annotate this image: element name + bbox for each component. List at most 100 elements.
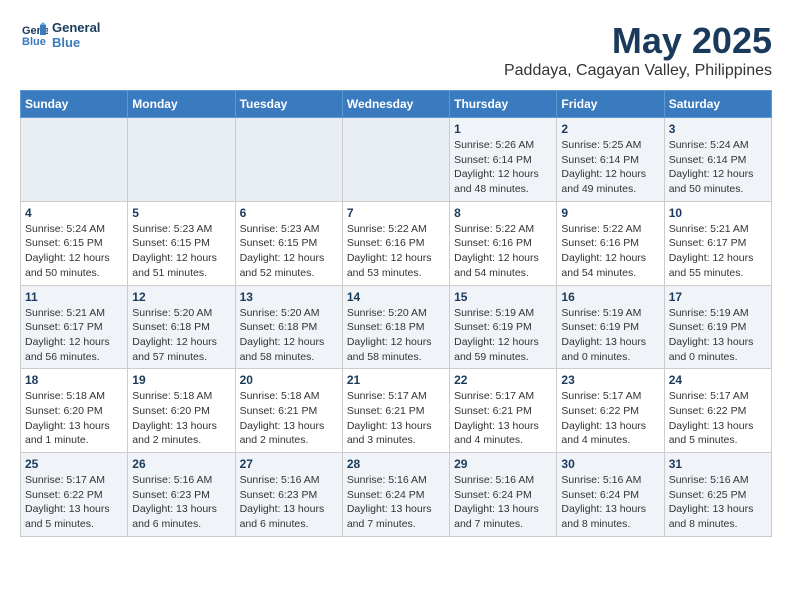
day-info: Sunrise: 5:20 AM Sunset: 6:18 PM Dayligh… [347,306,445,365]
day-info: Sunrise: 5:21 AM Sunset: 6:17 PM Dayligh… [669,222,767,281]
day-info: Sunrise: 5:16 AM Sunset: 6:23 PM Dayligh… [240,473,338,532]
calendar-cell: 11Sunrise: 5:21 AM Sunset: 6:17 PM Dayli… [21,285,128,369]
calendar-cell: 7 Sunrise: 5:22 AM Sunset: 6:16 PM Daylig… [342,201,449,285]
day-number: 13 [240,290,338,304]
day-number: 9 [561,206,659,220]
day-number: 15 [454,290,552,304]
day-number: 10 [669,206,767,220]
title-area: May 2025 Paddaya, Cagayan Valley, Philip… [504,20,772,80]
calendar-cell: 2 Sunrise: 5:25 AM Sunset: 6:14 PM Daylig… [557,118,664,202]
day-info: Sunrise: 5:16 AM Sunset: 6:24 PM Dayligh… [347,473,445,532]
calendar-cell: 29 Sunrise: 5:16 AM Sunset: 6:24 PM Dayli… [450,453,557,537]
weekday-header-row: SundayMondayTuesdayWednesdayThursdayFrid… [21,91,772,118]
calendar-cell: 3Sunrise: 5:24 AM Sunset: 6:14 PM Daylig… [664,118,771,202]
calendar-cell: 19 Sunrise: 5:18 AM Sunset: 6:20 PM Dayli… [128,369,235,453]
calendar-cell: 5 Sunrise: 5:23 AM Sunset: 6:15 PM Daylig… [128,201,235,285]
day-number: 2 [561,122,659,136]
calendar-cell [235,118,342,202]
day-info: Sunrise: 5:22 AM Sunset: 6:16 PM Dayligh… [454,222,552,281]
day-number: 14 [347,290,445,304]
day-number: 27 [240,457,338,471]
calendar-cell [342,118,449,202]
day-info: Sunrise: 5:19 AM Sunset: 6:19 PM Dayligh… [669,306,767,365]
logo-general: General [52,20,100,35]
day-info: Sunrise: 5:16 AM Sunset: 6:24 PM Dayligh… [454,473,552,532]
day-info: Sunrise: 5:23 AM Sunset: 6:15 PM Dayligh… [240,222,338,281]
day-info: Sunrise: 5:18 AM Sunset: 6:20 PM Dayligh… [132,389,230,448]
day-number: 5 [132,206,230,220]
day-info: Sunrise: 5:16 AM Sunset: 6:25 PM Dayligh… [669,473,767,532]
day-info: Sunrise: 5:17 AM Sunset: 6:22 PM Dayligh… [561,389,659,448]
day-number: 19 [132,373,230,387]
day-number: 18 [25,373,123,387]
day-info: Sunrise: 5:17 AM Sunset: 6:22 PM Dayligh… [25,473,123,532]
header: General Blue General Blue May 2025 Padda… [20,20,772,80]
calendar-cell: 27 Sunrise: 5:16 AM Sunset: 6:23 PM Dayli… [235,453,342,537]
day-number: 8 [454,206,552,220]
calendar-cell: 15 Sunrise: 5:19 AM Sunset: 6:19 PM Dayli… [450,285,557,369]
calendar-cell: 20 Sunrise: 5:18 AM Sunset: 6:21 PM Dayli… [235,369,342,453]
day-number: 31 [669,457,767,471]
calendar-cell: 26 Sunrise: 5:16 AM Sunset: 6:23 PM Dayli… [128,453,235,537]
day-number: 4 [25,206,123,220]
day-info: Sunrise: 5:24 AM Sunset: 6:14 PM Dayligh… [669,138,767,197]
weekday-header-thursday: Thursday [450,91,557,118]
day-info: Sunrise: 5:20 AM Sunset: 6:18 PM Dayligh… [240,306,338,365]
calendar-cell: 6 Sunrise: 5:23 AM Sunset: 6:15 PM Daylig… [235,201,342,285]
day-info: Sunrise: 5:25 AM Sunset: 6:14 PM Dayligh… [561,138,659,197]
day-info: Sunrise: 5:17 AM Sunset: 6:21 PM Dayligh… [454,389,552,448]
weekday-header-sunday: Sunday [21,91,128,118]
day-info: Sunrise: 5:23 AM Sunset: 6:15 PM Dayligh… [132,222,230,281]
calendar-cell: 13 Sunrise: 5:20 AM Sunset: 6:18 PM Dayli… [235,285,342,369]
day-info: Sunrise: 5:22 AM Sunset: 6:16 PM Dayligh… [561,222,659,281]
day-number: 20 [240,373,338,387]
week-row-2: 4Sunrise: 5:24 AM Sunset: 6:15 PM Daylig… [21,201,772,285]
day-info: Sunrise: 5:18 AM Sunset: 6:20 PM Dayligh… [25,389,123,448]
calendar-cell: 16Sunrise: 5:19 AM Sunset: 6:19 PM Dayli… [557,285,664,369]
day-number: 25 [25,457,123,471]
logo-icon: General Blue [20,21,48,49]
day-info: Sunrise: 5:19 AM Sunset: 6:19 PM Dayligh… [454,306,552,365]
logo: General Blue General Blue [20,20,100,50]
calendar-cell: 4Sunrise: 5:24 AM Sunset: 6:15 PM Daylig… [21,201,128,285]
day-info: Sunrise: 5:17 AM Sunset: 6:21 PM Dayligh… [347,389,445,448]
day-number: 30 [561,457,659,471]
week-row-5: 25 Sunrise: 5:17 AM Sunset: 6:22 PM Dayli… [21,453,772,537]
calendar-cell: 21 Sunrise: 5:17 AM Sunset: 6:21 PM Dayli… [342,369,449,453]
day-number: 22 [454,373,552,387]
day-info: Sunrise: 5:18 AM Sunset: 6:21 PM Dayligh… [240,389,338,448]
calendar-cell: 31 Sunrise: 5:16 AM Sunset: 6:25 PM Dayli… [664,453,771,537]
svg-text:Blue: Blue [22,36,46,48]
calendar-cell: 9 Sunrise: 5:22 AM Sunset: 6:16 PM Daylig… [557,201,664,285]
calendar-cell: 12Sunrise: 5:20 AM Sunset: 6:18 PM Dayli… [128,285,235,369]
weekday-header-friday: Friday [557,91,664,118]
day-number: 6 [240,206,338,220]
calendar-cell: 28 Sunrise: 5:16 AM Sunset: 6:24 PM Dayli… [342,453,449,537]
calendar-cell: 1Sunrise: 5:26 AM Sunset: 6:14 PM Daylig… [450,118,557,202]
calendar-cell: 18 Sunrise: 5:18 AM Sunset: 6:20 PM Dayli… [21,369,128,453]
day-info: Sunrise: 5:16 AM Sunset: 6:23 PM Dayligh… [132,473,230,532]
day-number: 26 [132,457,230,471]
calendar-cell: 25 Sunrise: 5:17 AM Sunset: 6:22 PM Dayli… [21,453,128,537]
calendar-cell: 24 Sunrise: 5:17 AM Sunset: 6:22 PM Dayli… [664,369,771,453]
day-info: Sunrise: 5:22 AM Sunset: 6:16 PM Dayligh… [347,222,445,281]
logo-blue: Blue [52,35,100,50]
day-info: Sunrise: 5:16 AM Sunset: 6:24 PM Dayligh… [561,473,659,532]
subtitle: Paddaya, Cagayan Valley, Philippines [504,62,772,80]
calendar-cell: 8 Sunrise: 5:22 AM Sunset: 6:16 PM Daylig… [450,201,557,285]
day-number: 28 [347,457,445,471]
day-number: 24 [669,373,767,387]
day-number: 7 [347,206,445,220]
day-number: 17 [669,290,767,304]
day-number: 21 [347,373,445,387]
day-info: Sunrise: 5:19 AM Sunset: 6:19 PM Dayligh… [561,306,659,365]
weekday-header-monday: Monday [128,91,235,118]
main-title: May 2025 [504,20,772,62]
day-info: Sunrise: 5:17 AM Sunset: 6:22 PM Dayligh… [669,389,767,448]
calendar-cell: 30 Sunrise: 5:16 AM Sunset: 6:24 PM Dayli… [557,453,664,537]
day-info: Sunrise: 5:26 AM Sunset: 6:14 PM Dayligh… [454,138,552,197]
calendar-table: SundayMondayTuesdayWednesdayThursdayFrid… [20,90,772,537]
weekday-header-tuesday: Tuesday [235,91,342,118]
day-number: 29 [454,457,552,471]
calendar-cell: 22 Sunrise: 5:17 AM Sunset: 6:21 PM Dayli… [450,369,557,453]
